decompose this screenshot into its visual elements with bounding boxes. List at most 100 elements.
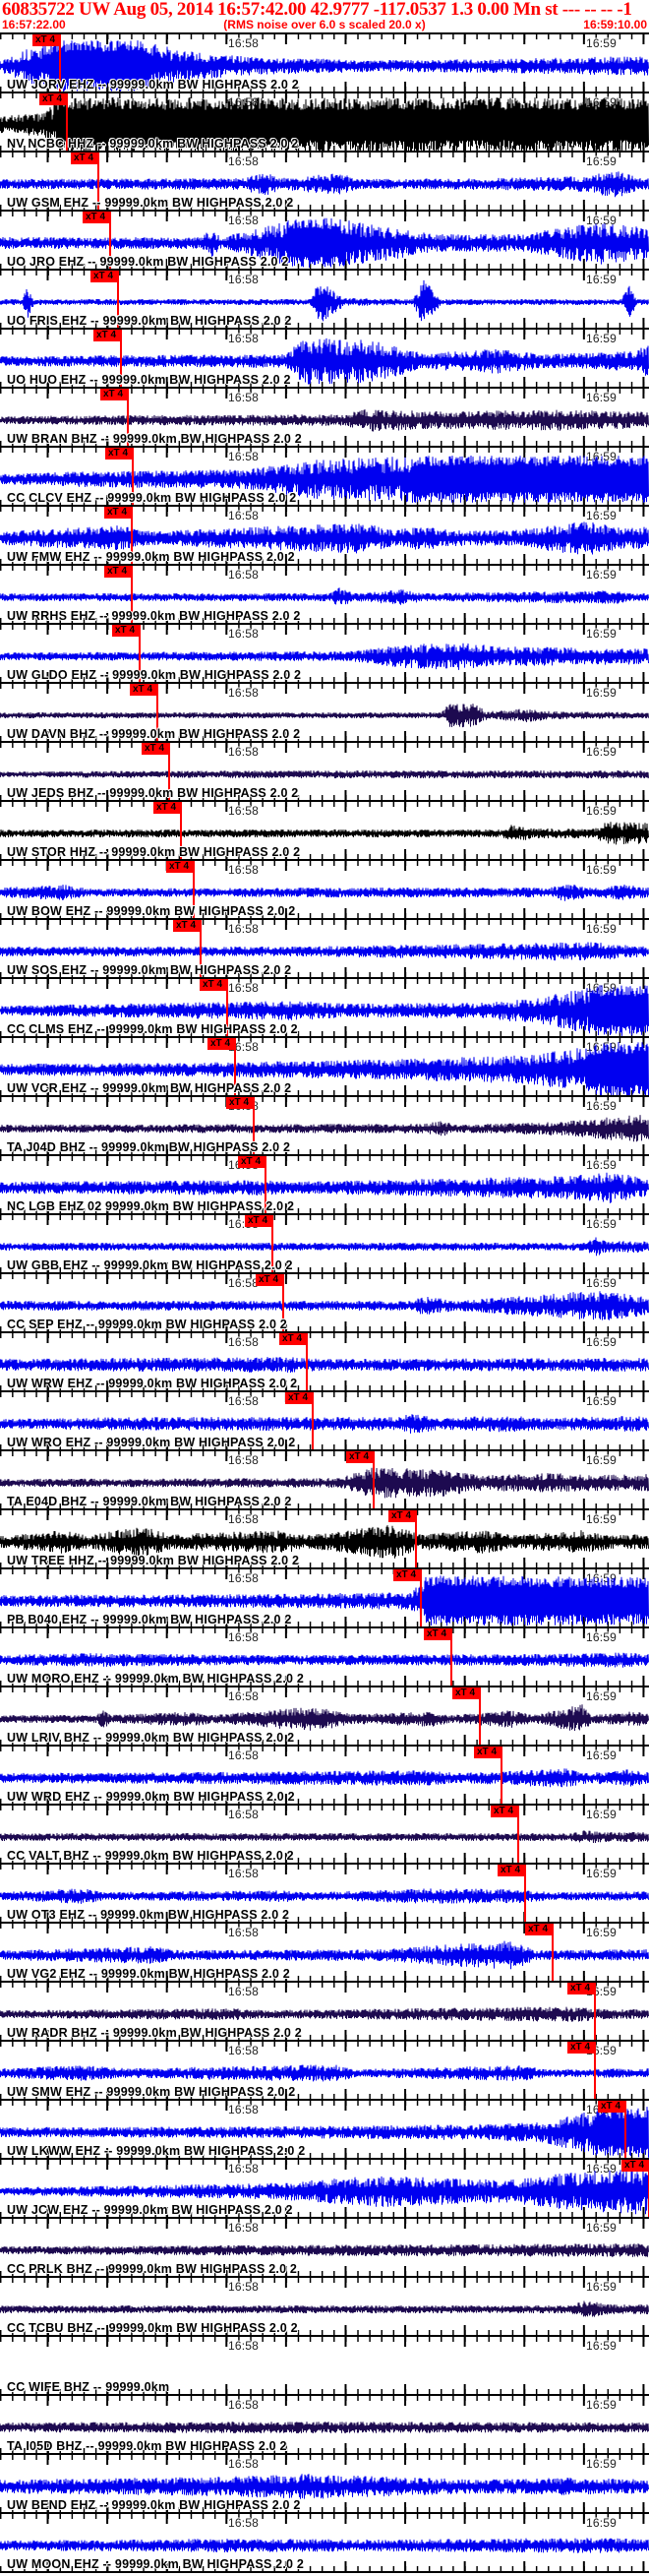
pick-flag[interactable]: xT 4 <box>279 1333 308 1345</box>
station-label: UW GBB EHZ -- 99999.0km BW HIGHPASS 2.0 … <box>7 1258 293 1272</box>
trace-row[interactable]: 16:58 16:59 UW MOON EHZ -- 99999.0km BW HI… <box>0 2512 649 2571</box>
trace-row[interactable]: 16:58 16:59 xT 4 UW WRO EHZ -- 99999.0km BW… <box>0 1390 649 1449</box>
station-label: UW SOS EHZ -- 99999.0km BW HIGHPASS 2.0 … <box>7 963 292 977</box>
trace-row[interactable]: 16:58 16:59 xT 4 UW FMW EHZ -- 99999.0km BW… <box>0 505 649 564</box>
pick-flag[interactable]: xT 4 <box>166 861 195 873</box>
pick-flag[interactable]: xT 4 <box>71 153 99 164</box>
pick-flag[interactable]: xT 4 <box>388 1510 417 1522</box>
pick-flag[interactable]: xT 4 <box>153 802 182 814</box>
trace-row[interactable]: 16:58 16:59 xT 4 UW BRAN BHZ -- 99999.0km B… <box>0 387 649 446</box>
pick-flag[interactable]: xT 4 <box>105 448 134 460</box>
trace-row[interactable]: 16:58 16:59 xT 4 UW WRD EHZ -- 99999.0km BW… <box>0 1745 649 1804</box>
pick-flag[interactable]: xT 4 <box>498 1865 526 1876</box>
trace-row[interactable]: 16:58 16:59 CC TCBU BHZ -- 99999.0km BW HI… <box>0 2276 649 2335</box>
pick-flag[interactable]: xT 4 <box>245 1215 273 1227</box>
pick-flag[interactable]: xT 4 <box>567 1983 596 1994</box>
trace-row[interactable]: 16:58 16:59 xT 4 UW JCW EHZ -- 99999.0km BW… <box>0 2158 649 2217</box>
trace-row[interactable]: 16:5816:59xT 4TA J04D BHZ -- 99999.0km B… <box>0 1095 649 1154</box>
trace-row[interactable]: 16:58 16:59 xT 4 CC VALT BHZ -- 99999.0km B… <box>0 1804 649 1863</box>
trace-row[interactable]: 16:58 16:59 xT 4 UW BOW EHZ -- 99999.0km BW… <box>0 859 649 918</box>
trace-row[interactable]: 16:58 16:59 xT 4 UW JORV EHZ -- 99999.0km B… <box>0 32 649 92</box>
pick-flag[interactable]: xT 4 <box>598 2101 626 2113</box>
station-label: PB B040 EHZ -- 99999.0km BW HIGHPASS 2.0… <box>7 1613 292 1626</box>
pick-flag[interactable]: xT 4 <box>226 1097 255 1109</box>
station-label: UW JORV EHZ -- 99999.0km BW HIGHPASS 2.0… <box>7 78 299 92</box>
station-label: UW TREE HHZ -- 99999.0km BW HIGHPASS 2.0… <box>7 1554 300 1567</box>
trace-row[interactable]: 16:58 16:59 xT 4 UW WRW EHZ -- 99999.0km BW… <box>0 1331 649 1390</box>
pick-flag[interactable]: xT 4 <box>83 212 111 223</box>
station-label: UW MORO EHZ -- 99999.0km BW HIGHPASS 2.0… <box>7 1672 304 1686</box>
pick-flag[interactable]: xT 4 <box>621 2160 649 2172</box>
trace-row[interactable]: 16:58 16:59 xT 4 UW RADR BHZ -- 99999.0km B… <box>0 1981 649 2040</box>
trace-row[interactable]: 16:58 16:59 xT 4 UW VCR EHZ -- 99999.0km BW… <box>0 1036 649 1095</box>
time-label: 16:58 <box>228 2339 260 2353</box>
pick-time-line <box>524 1875 526 1922</box>
station-label: UW DAVN BHZ -- 99999.0km BW HIGHPASS 2.0… <box>7 727 301 741</box>
station-label: UW JCW EHZ -- 99999.0km BW HIGHPASS 2.0 … <box>7 2203 293 2217</box>
pick-flag[interactable]: xT 4 <box>32 34 61 46</box>
pick-flag[interactable]: xT 4 <box>491 1806 519 1817</box>
trace-row[interactable]: 16:58 16:59 xT 4 UW JEDS BHZ -- 99999.0km B… <box>0 741 649 800</box>
trace-row[interactable]: 16:58 16:59 xT 4 PB B040 EHZ -- 99999.0km B… <box>0 1567 649 1626</box>
pick-flag[interactable]: xT 4 <box>39 93 68 105</box>
pick-flag[interactable]: xT 4 <box>567 2042 596 2054</box>
trace-row[interactable]: 16:58 16:59 xT 4 UW OT3 EHZ -- 99999.0km BW… <box>0 1863 649 1922</box>
trace-row[interactable]: 16:58 16:59 xT 4 UW STOR HHZ -- 99999.0km B… <box>0 800 649 859</box>
trace-row[interactable]: 16:58 16:59 xT 4 UW SOS EHZ -- 99999.0km BW… <box>0 918 649 977</box>
station-label: UW GLDO EHZ -- 99999.0km BW HIGHPASS 2.0… <box>7 668 302 682</box>
time-label: 16:59 <box>586 2339 618 2353</box>
pick-flag[interactable]: xT 4 <box>104 566 133 578</box>
trace-row[interactable]: 16:58 16:59 xT 4 UW GBB EHZ -- 99999.0km BW… <box>0 1213 649 1272</box>
trace-row[interactable]: 16:58 16:59 xT 4 UO JRO EHZ -- 99999.0km BW… <box>0 210 649 269</box>
trace-row[interactable]: 16:58 16:59 xT 4 CC SEP EHZ -- 99999.0km BW… <box>0 1272 649 1331</box>
window-time-bar: 16:57:22.00 (RMS noise over 6.0 s scaled… <box>0 19 649 32</box>
pick-flag[interactable]: xT 4 <box>393 1569 422 1581</box>
trace-row[interactable]: 16:58 16:59 xT 4 UW GSM EHZ -- 99999.0km BW… <box>0 151 649 210</box>
station-label: UW STOR HHZ -- 99999.0km BW HIGHPASS 2.0… <box>7 845 301 859</box>
pick-flag[interactable]: xT 4 <box>90 271 119 282</box>
trace-row[interactable]: 16:58 16:59 xT 4 UO FRIS EHZ -- 99999.0km B… <box>0 269 649 328</box>
station-label: CC TCBU BHZ -- 99999.0km BW HIGHPASS 2.0… <box>7 2321 298 2335</box>
trace-row[interactable]: 16:58 16:59 xT 4 UW SMW EHZ -- 99999.0km BW… <box>0 2040 649 2099</box>
trace-row[interactable]: 16:58 16:59 xT 4 UW VG2 EHZ -- 99999.0km BW… <box>0 1922 649 1981</box>
pick-flag[interactable]: xT 4 <box>173 920 202 932</box>
pick-flag[interactable]: xT 4 <box>424 1628 452 1640</box>
trace-row[interactable]: 16:58 16:59 xT 4 TA E04D BHZ -- 99999.0km B… <box>0 1449 649 1508</box>
trace-row[interactable]: 16:58 16:59 xT 4 UO HUO EHZ -- 99999.0km BW… <box>0 328 649 387</box>
pick-flag[interactable]: xT 4 <box>142 743 170 755</box>
trace-row[interactable]: 16:58 16:59 UW BEND EHZ -- 99999.0km BW HI… <box>0 2453 649 2512</box>
trace-row[interactable]: 16:58 16:59 xT 4 UW MORO EHZ -- 99999.0km B… <box>0 1626 649 1686</box>
pick-flag[interactable]: xT 4 <box>207 1038 236 1050</box>
trace-row[interactable]: 16:58 16:59 CC WIFE BHZ -- 99999.0km <box>0 2335 649 2394</box>
station-label: UW VG2 EHZ -- 99999.0km BW HIGHPASS 2.0 … <box>7 1967 290 1981</box>
pick-flag[interactable]: xT 4 <box>238 1156 266 1168</box>
trace-row[interactable]: 16:58 16:59 xT 4 UW TREE HHZ -- 99999.0km B… <box>0 1508 649 1567</box>
pick-flag[interactable]: xT 4 <box>256 1274 284 1286</box>
station-label: UW SMW EHZ -- 99999.0km BW HIGHPASS 2.0 … <box>7 2085 296 2099</box>
trace-row[interactable]: 16:58 16:59 xT 4 UW DAVN BHZ -- 99999.0km B… <box>0 682 649 741</box>
trace-row[interactable]: 16:5816:59xT 4NC LGB EHZ 02 99999.0km BW… <box>0 1154 649 1213</box>
station-label: UO FRIS EHZ -- 99999.0km BW HIGHPASS 2.0… <box>7 314 292 328</box>
pick-flag[interactable]: xT 4 <box>474 1747 502 1758</box>
pick-flag[interactable]: xT 4 <box>452 1687 481 1699</box>
trace-row[interactable]: 16:58 16:59 xT 4 UW RRHS EHZ -- 99999.0km B… <box>0 564 649 623</box>
trace-row[interactable]: 16:58 16:59 xT 4 UW LRIV BHZ -- 99999.0km B… <box>0 1686 649 1745</box>
pick-flag[interactable]: xT 4 <box>112 625 141 637</box>
pick-flag[interactable]: xT 4 <box>200 979 228 991</box>
pick-flag[interactable]: xT 4 <box>346 1451 375 1463</box>
trace-row[interactable]: 16:58 16:59 TA I05D BHZ -- 99999.0km BW HI… <box>0 2394 649 2453</box>
pick-flag[interactable]: xT 4 <box>100 389 129 400</box>
pick-flag[interactable]: xT 4 <box>285 1392 314 1404</box>
pick-time-line <box>450 1639 452 1686</box>
trace-row[interactable]: 16:5816:59xT 4UW LKWW EHZ -- 99999.0km B… <box>0 2099 649 2158</box>
trace-row[interactable]: 16:58 16:59 xT 4 UW GLDO EHZ -- 99999.0km B… <box>0 623 649 682</box>
trace-row[interactable]: 16:58 16:59 xT 4 CC CLMS EHZ -- 99999.0km B… <box>0 977 649 1036</box>
trace-row[interactable]: 16:58 16:59 xT 4 NV NCBC HHZ -- 99999.0km B… <box>0 92 649 151</box>
pick-flag[interactable]: xT 4 <box>130 684 158 696</box>
pick-flag[interactable]: xT 4 <box>525 1924 554 1935</box>
station-label: UW OT3 EHZ -- 99999.0km BW HIGHPASS 2.0 … <box>7 1908 290 1922</box>
trace-row[interactable]: 16:58 16:59 xT 4 CC CLCV EHZ -- 99999.0km B… <box>0 446 649 505</box>
pick-flag[interactable]: xT 4 <box>104 507 133 519</box>
pick-flag[interactable]: xT 4 <box>93 330 122 341</box>
trace-row[interactable]: 16:58 16:59 CC PRLK BHZ -- 99999.0km BW HI… <box>0 2217 649 2276</box>
